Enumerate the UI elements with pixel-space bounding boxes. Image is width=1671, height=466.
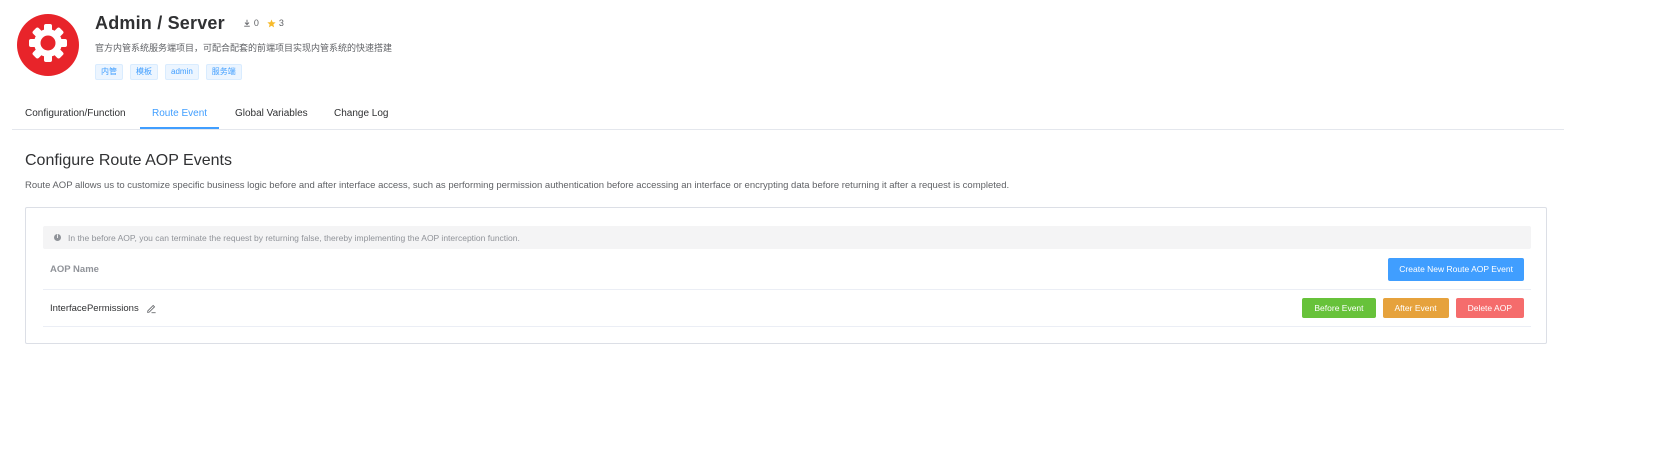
column-header-aop-name: AOP Name (50, 263, 99, 275)
table-header: AOP Name Create New Route AOP Event (43, 249, 1531, 290)
alert-text: In the before AOP, you can terminate the… (68, 232, 520, 243)
app-logo (17, 14, 79, 76)
download-count: 0 (243, 18, 259, 28)
info-icon: i (54, 234, 61, 241)
create-route-aop-button[interactable]: Create New Route AOP Event (1388, 257, 1524, 281)
download-icon (243, 19, 251, 27)
tag: 服务端 (205, 64, 242, 80)
section-title: Configure Route AOP Events (25, 152, 232, 169)
info-alert: i In the before AOP, you can terminate t… (43, 226, 1531, 249)
delete-aop-button[interactable]: Delete AOP (1455, 298, 1524, 318)
before-event-button[interactable]: Before Event (1302, 298, 1376, 318)
app-title: Admin / Server (95, 12, 225, 33)
tab-change-log[interactable]: Change Log (322, 99, 401, 128)
app-stats: 0 3 (243, 18, 292, 28)
tab-route-event[interactable]: Route Event (140, 99, 220, 129)
title-block: Admin / Server 0 3 官方内管系统服务端项目，可配合配套的前端项… (95, 12, 393, 80)
aop-panel: i In the before AOP, you can terminate t… (25, 207, 1547, 344)
after-event-button[interactable]: After Event (1382, 298, 1449, 318)
tag-list: 内管 模板 admin 服务端 (95, 64, 392, 80)
app-description: 官方内管系统服务端项目，可配合配套的前端项目实现内管系统的快速搭建 (95, 43, 393, 53)
tag: 模板 (130, 64, 158, 80)
tab-bar: Configuration/Function Route Event Globa… (12, 99, 1564, 130)
section-description: Route AOP allows us to customize specifi… (25, 180, 1010, 191)
tab-configuration-function[interactable]: Configuration/Function (13, 99, 138, 128)
aop-name: InterfacePermissions (50, 302, 139, 314)
aop-name-cell: InterfacePermissions (43, 303, 157, 314)
table-row: InterfacePermissions Before Event After … (43, 290, 1531, 327)
app-header: Admin / Server 0 3 官方内管系统服务端项目，可配合配套的前端项… (17, 12, 1671, 84)
gear-icon (26, 21, 70, 70)
tag: 内管 (95, 64, 123, 80)
star-icon (267, 18, 276, 28)
edit-icon[interactable] (146, 303, 157, 314)
star-count: 3 (267, 18, 284, 28)
tag: admin (165, 64, 199, 80)
tab-global-variables[interactable]: Global Variables (223, 99, 320, 128)
